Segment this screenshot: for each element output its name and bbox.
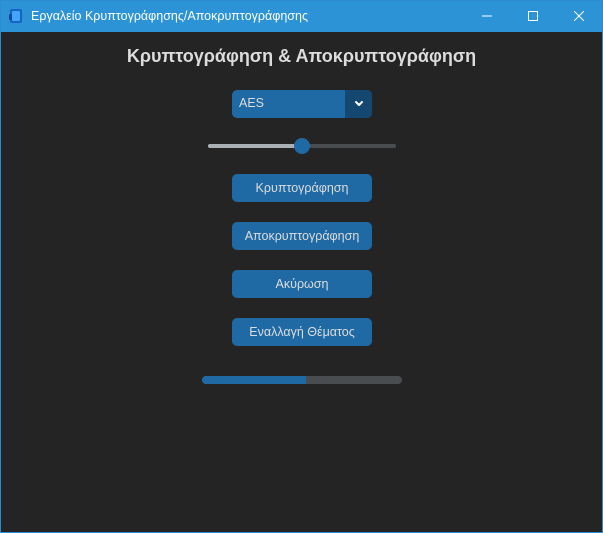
strength-slider[interactable] [208, 138, 396, 154]
progress-bar [202, 376, 402, 384]
chevron-down-icon [354, 95, 364, 113]
close-button[interactable] [556, 1, 602, 32]
main-content: Κρυπτογράφηση & Αποκρυπτογράφηση AES Κρυ… [1, 32, 602, 532]
decrypt-button[interactable]: Αποκρυπτογράφηση [232, 222, 372, 250]
slider-fill [208, 144, 302, 148]
maximize-button[interactable] [510, 1, 556, 32]
app-window: Εργαλείο Κρυπτογράφησης/Αποκρυπτογράφηση… [0, 0, 603, 533]
cancel-button[interactable]: Ακύρωση [232, 270, 372, 298]
encrypt-button[interactable]: Κρυπτογράφηση [232, 174, 372, 202]
progress-fill [202, 376, 306, 384]
app-icon [9, 8, 23, 24]
toggle-theme-button[interactable]: Εναλλαγή Θέματος [232, 318, 372, 346]
minimize-button[interactable] [464, 1, 510, 32]
minimize-icon [482, 8, 492, 26]
title-bar[interactable]: Εργαλείο Κρυπτογράφησης/Αποκρυπτογράφηση… [1, 1, 602, 32]
algorithm-dropdown-button[interactable] [345, 90, 372, 118]
slider-knob[interactable] [294, 138, 310, 154]
algorithm-select-value: AES [239, 96, 265, 110]
algorithm-select[interactable]: AES [232, 90, 372, 118]
page-title: Κρυπτογράφηση & Αποκρυπτογράφηση [126, 46, 477, 66]
window-title: Εργαλείο Κρυπτογράφησης/Αποκρυπτογράφηση… [31, 9, 308, 23]
close-icon [573, 8, 585, 26]
maximize-icon [528, 8, 538, 26]
